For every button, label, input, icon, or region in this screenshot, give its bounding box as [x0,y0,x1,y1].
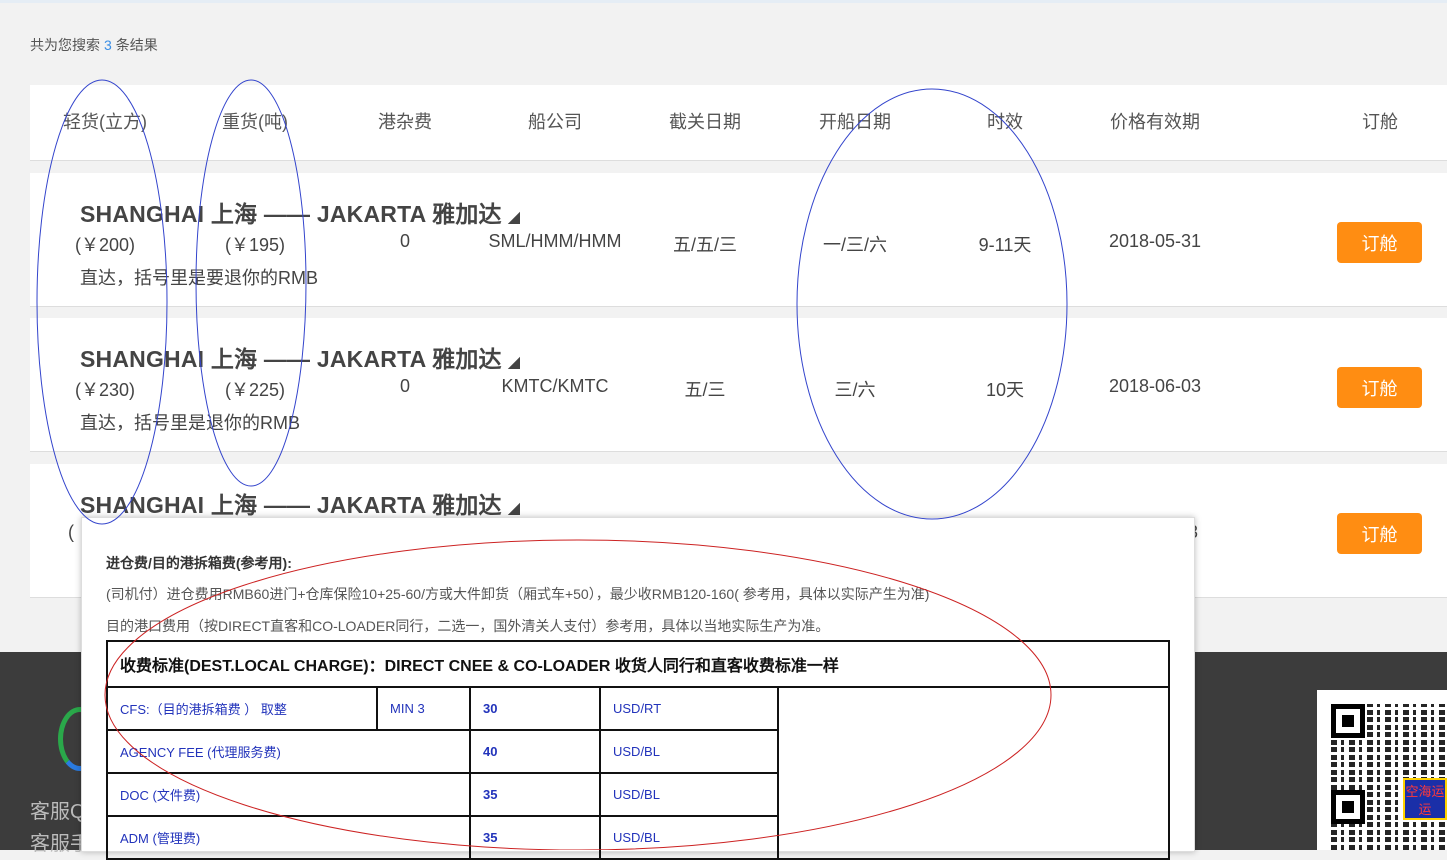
fee-popup: 进仓费/目的港拆箱费(参考用): (司机付）进仓费用RMB60进门+仓库保险10… [81,517,1195,860]
col-port-fee[interactable]: 港杂费 [330,85,480,160]
book-button[interactable]: 订舱 [1337,513,1422,554]
expand-triangle-icon[interactable]: ◢ [508,209,521,226]
book-button[interactable]: 订舱 [1337,367,1422,408]
fee-amount: 40 [469,729,601,774]
result-row: SHANGHAI 上海 —— JAKARTA 雅加达 ◢ (￥200) (￥195… [30,173,1447,307]
service-qq[interactable]: 客服Q [30,795,86,824]
fee-amount: 35 [469,772,601,817]
fee-unit: USD/BL [599,772,779,817]
fee-unit: USD/RT [599,686,779,731]
port-fee-value: 0 [399,376,410,396]
fee-unit: USD/BL [599,815,779,860]
summary-suffix: 条结果 [115,37,158,53]
route-note: 直达，括号里是退你的RMB [80,413,300,433]
heavy-cargo-price: (￥195) [224,235,286,255]
fee-name: AGENCY FEE (代理服务费) [106,729,471,774]
light-cargo-price: ( [68,522,74,542]
transit-value: 10天 [985,380,1025,400]
result-row: SHANGHAI 上海 —— JAKARTA 雅加达 ◢ (￥230) (￥225… [30,318,1447,452]
col-valid-until[interactable]: 价格有效期 [1080,85,1230,160]
sailing-value: 三/六 [834,380,876,400]
route-label: SHANGHAI 上海 —— JAKARTA 雅加达 [80,346,502,372]
route-label: SHANGHAI 上海 —— JAKARTA 雅加达 [80,492,502,518]
fee-empty-cell [776,686,1171,860]
light-cargo-price: (￥230) [74,380,136,400]
col-sailing-date[interactable]: 开船日期 [780,85,930,160]
wechat-qr-code: 空海运运 [1317,690,1447,850]
book-button[interactable]: 订舱 [1337,222,1422,263]
expand-triangle-icon[interactable]: ◢ [508,354,521,371]
transit-value: 9-11天 [978,235,1032,255]
table-header: 轻货(立方) 重货(吨) 港杂费 船公司 截关日期 开船日期 时效 价格有效期 … [30,85,1447,161]
route-note: 直达，括号里是要退你的RMB [80,268,318,288]
sailing-value: 一/三/六 [822,235,887,255]
fee-name: CFS:（目的港拆箱费 ） 取整 [106,686,378,731]
cutoff-value: 五/五/三 [672,235,737,255]
qr-finder-icon [1331,790,1365,824]
route-title[interactable]: SHANGHAI 上海 —— JAKARTA 雅加达 ◢ [80,486,520,520]
fee-unit: USD/BL [599,729,779,774]
route-title[interactable]: SHANGHAI 上海 —— JAKARTA 雅加达 ◢ [80,340,520,374]
port-fee-value: 0 [399,231,410,251]
table-row: CFS:（目的港拆箱费 ） 取整 MIN 3 30 USD/RT [106,686,1171,860]
fee-amount: 35 [469,815,601,860]
col-heavy-cargo[interactable]: 重货(吨) [180,85,330,160]
top-border [0,0,1447,3]
qr-finder-icon [1331,704,1365,738]
route-title[interactable]: SHANGHAI 上海 —— JAKARTA 雅加达 ◢ [80,195,520,229]
fee-table-heading: 收费标准(DEST.LOCAL CHARGE)：DIRECT CNEE & CO… [105,640,1171,688]
carrier-value: SML/HMM/HMM [488,231,622,251]
col-cutoff-date[interactable]: 截关日期 [630,85,780,160]
result-count: 3 [104,37,112,53]
fee-table: 收费标准(DEST.LOCAL CHARGE)：DIRECT CNEE & CO… [105,640,1171,860]
popup-title: 进仓费/目的港拆箱费(参考用): [106,555,292,571]
valid-until-value: 2018-06-03 [1108,376,1202,396]
result-summary: 共为您搜索 3 条结果 [30,35,158,55]
qr-badge-logo: 空海运运 [1403,778,1447,820]
cutoff-value: 五/三 [684,380,726,400]
col-book: 订舱 [1362,112,1398,132]
popup-line-1: (司机付）进仓费用RMB60进门+仓库保险10+25-60/方或大件卸货（厢式车… [106,586,930,602]
valid-until-value: 2018-05-31 [1108,231,1202,251]
fee-amount: 30 [469,686,601,731]
summary-prefix: 共为您搜索 [30,37,100,53]
col-transit-time[interactable]: 时效 [930,85,1080,160]
expand-triangle-icon[interactable]: ◢ [508,500,521,517]
light-cargo-price: (￥200) [74,235,136,255]
col-light-cargo[interactable]: 轻货(立方) [30,85,180,160]
heavy-cargo-price: (￥225) [224,380,286,400]
col-carrier[interactable]: 船公司 [480,85,630,160]
carrier-value: KMTC/KMTC [501,376,609,396]
popup-line-2: 目的港口费用（按DIRECT直客和CO-LOADER同行，二选一，国外清关人支付… [106,618,830,634]
fee-name: DOC (文件费) [106,772,471,817]
fee-min: MIN 3 [376,686,471,731]
fee-name: ADM (管理费) [106,815,471,860]
route-label: SHANGHAI 上海 —— JAKARTA 雅加达 [80,201,502,227]
